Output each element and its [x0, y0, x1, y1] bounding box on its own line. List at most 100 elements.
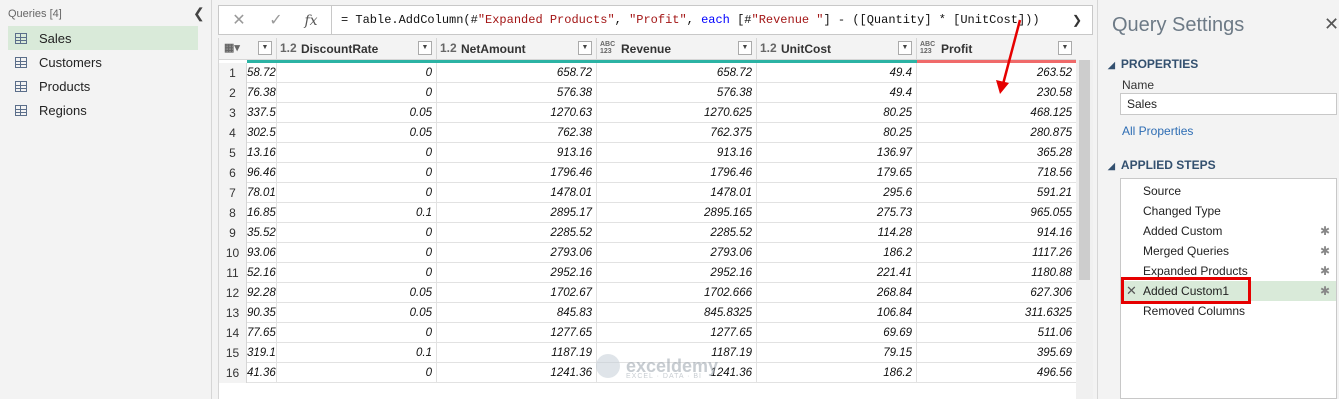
table-cell[interactable]: 114.28 [757, 223, 917, 243]
row-number[interactable]: 4 [219, 123, 247, 143]
table-cell[interactable]: 93.06 [247, 243, 277, 263]
table-cell[interactable]: 2952.16 [437, 263, 597, 283]
dropdown-icon[interactable]: ▼ [898, 41, 912, 55]
query-item-customers[interactable]: Customers [8, 50, 198, 74]
table-cell[interactable]: 1702.666 [597, 283, 757, 303]
any-type-icon[interactable]: ABC 123 [600, 41, 615, 55]
table-cell[interactable]: 511.06 [917, 323, 1076, 343]
row-number[interactable]: 12 [219, 283, 247, 303]
table-cell[interactable]: 16.85 [247, 203, 277, 223]
column-header-unitcost[interactable]: 1.2 UnitCost ▼ [757, 38, 917, 60]
table-cell[interactable]: 280.875 [917, 123, 1076, 143]
properties-heading[interactable]: ◢ PROPERTIES [1108, 57, 1198, 71]
table-cell[interactable]: 0.05 [277, 283, 437, 303]
row-number[interactable]: 16 [219, 363, 247, 383]
table-cell[interactable]: 0 [277, 163, 437, 183]
table-cell[interactable]: 92.28 [247, 283, 277, 303]
close-icon[interactable]: ✕ [227, 9, 251, 33]
query-name-input[interactable]: Sales [1120, 93, 1337, 115]
table-cell[interactable]: 49.4 [757, 83, 917, 103]
gear-icon[interactable]: ✱ [1320, 241, 1330, 261]
row-number[interactable]: 15 [219, 343, 247, 363]
table-cell[interactable]: 1277.65 [597, 323, 757, 343]
query-item-products[interactable]: Products [8, 74, 198, 98]
table-cell[interactable]: 13.16 [247, 143, 277, 163]
table-cell[interactable]: 78.01 [247, 183, 277, 203]
table-cell[interactable]: 845.8325 [597, 303, 757, 323]
table-cell[interactable]: 41.36 [247, 363, 277, 383]
table-cell[interactable]: 591.21 [917, 183, 1076, 203]
formula-input[interactable]: = Table.AddColumn(#"Expanded Products", … [341, 13, 1040, 27]
row-number[interactable]: 10 [219, 243, 247, 263]
row-number[interactable]: 14 [219, 323, 247, 343]
vertical-scrollbar[interactable] [1076, 60, 1093, 399]
table-cell[interactable]: 49.4 [757, 63, 917, 83]
applied-step-merged-queries[interactable]: Merged Queries ✱ [1121, 241, 1336, 261]
row-number[interactable]: 5 [219, 143, 247, 163]
table-cell[interactable]: 913.16 [597, 143, 757, 163]
gear-icon[interactable]: ✱ [1320, 261, 1330, 281]
table-cell[interactable]: 1241.36 [437, 363, 597, 383]
table-cell[interactable]: 337.5 [247, 103, 277, 123]
table-cell[interactable]: 2793.06 [437, 243, 597, 263]
table-cell[interactable]: 0.1 [277, 343, 437, 363]
any-type-icon[interactable]: ABC 123 [920, 41, 935, 55]
chevron-down-icon[interactable]: ❯ [1066, 9, 1088, 31]
table-cell[interactable]: 96.46 [247, 163, 277, 183]
row-number[interactable]: 6 [219, 163, 247, 183]
table-cell[interactable]: 106.84 [757, 303, 917, 323]
table-cell[interactable]: 2285.52 [437, 223, 597, 243]
column-header-revenue[interactable]: ABC 123 Revenue ▼ [597, 38, 757, 60]
table-cell[interactable]: 1117.26 [917, 243, 1076, 263]
table-cell[interactable]: 0 [277, 363, 437, 383]
query-item-sales[interactable]: Sales [8, 26, 198, 50]
row-number[interactable]: 7 [219, 183, 247, 203]
table-cell[interactable]: 1478.01 [597, 183, 757, 203]
table-cell[interactable]: 576.38 [437, 83, 597, 103]
table-cell[interactable]: 0 [277, 83, 437, 103]
table-cell[interactable]: 76.38 [247, 83, 277, 103]
table-cell[interactable]: 0.05 [277, 123, 437, 143]
column-header-netamount[interactable]: 1.2 NetAmount ▼ [437, 38, 597, 60]
table-cell[interactable]: 186.2 [757, 243, 917, 263]
table-cell[interactable]: 627.306 [917, 283, 1076, 303]
table-cell[interactable]: 79.15 [757, 343, 917, 363]
table-cell[interactable]: 1277.65 [437, 323, 597, 343]
table-cell[interactable]: 58.72 [247, 63, 277, 83]
table-cell[interactable]: 77.65 [247, 323, 277, 343]
table-cell[interactable]: 965.055 [917, 203, 1076, 223]
gear-icon[interactable]: ✱ [1320, 281, 1330, 301]
column-header-discountrate[interactable]: 1.2 DiscountRate ▼ [277, 38, 437, 60]
table-cell[interactable]: 658.72 [597, 63, 757, 83]
table-cell[interactable]: 762.375 [597, 123, 757, 143]
row-number[interactable]: 8 [219, 203, 247, 223]
row-number[interactable]: 2 [219, 83, 247, 103]
table-cell[interactable]: 0 [277, 263, 437, 283]
table-cell[interactable]: 0.1 [277, 203, 437, 223]
table-cell[interactable]: 1180.88 [917, 263, 1076, 283]
row-number[interactable]: 11 [219, 263, 247, 283]
dropdown-icon[interactable]: ▼ [418, 41, 432, 55]
dropdown-icon[interactable]: ▼ [258, 41, 272, 55]
table-cell[interactable]: 1702.67 [437, 283, 597, 303]
table-cell[interactable]: 2895.165 [597, 203, 757, 223]
table-cell[interactable]: 1478.01 [437, 183, 597, 203]
table-cell[interactable]: 268.84 [757, 283, 917, 303]
table-cell[interactable]: 1796.46 [437, 163, 597, 183]
table-cell[interactable]: 0 [277, 183, 437, 203]
table-cell[interactable]: 275.73 [757, 203, 917, 223]
table-cell[interactable]: 718.56 [917, 163, 1076, 183]
table-cell[interactable]: 35.52 [247, 223, 277, 243]
dropdown-icon[interactable]: ▼ [738, 41, 752, 55]
table-cell[interactable]: 319.1 [247, 343, 277, 363]
table-cell[interactable]: 2793.06 [597, 243, 757, 263]
dropdown-icon[interactable]: ▼ [578, 41, 592, 55]
table-cell[interactable]: 762.38 [437, 123, 597, 143]
table-cell[interactable]: 0 [277, 323, 437, 343]
table-cell[interactable]: 221.41 [757, 263, 917, 283]
table-cell[interactable]: 845.83 [437, 303, 597, 323]
table-cell[interactable]: 186.2 [757, 363, 917, 383]
table-cell[interactable]: 913.16 [437, 143, 597, 163]
table-cell[interactable]: 136.97 [757, 143, 917, 163]
table-cell[interactable]: 52.16 [247, 263, 277, 283]
